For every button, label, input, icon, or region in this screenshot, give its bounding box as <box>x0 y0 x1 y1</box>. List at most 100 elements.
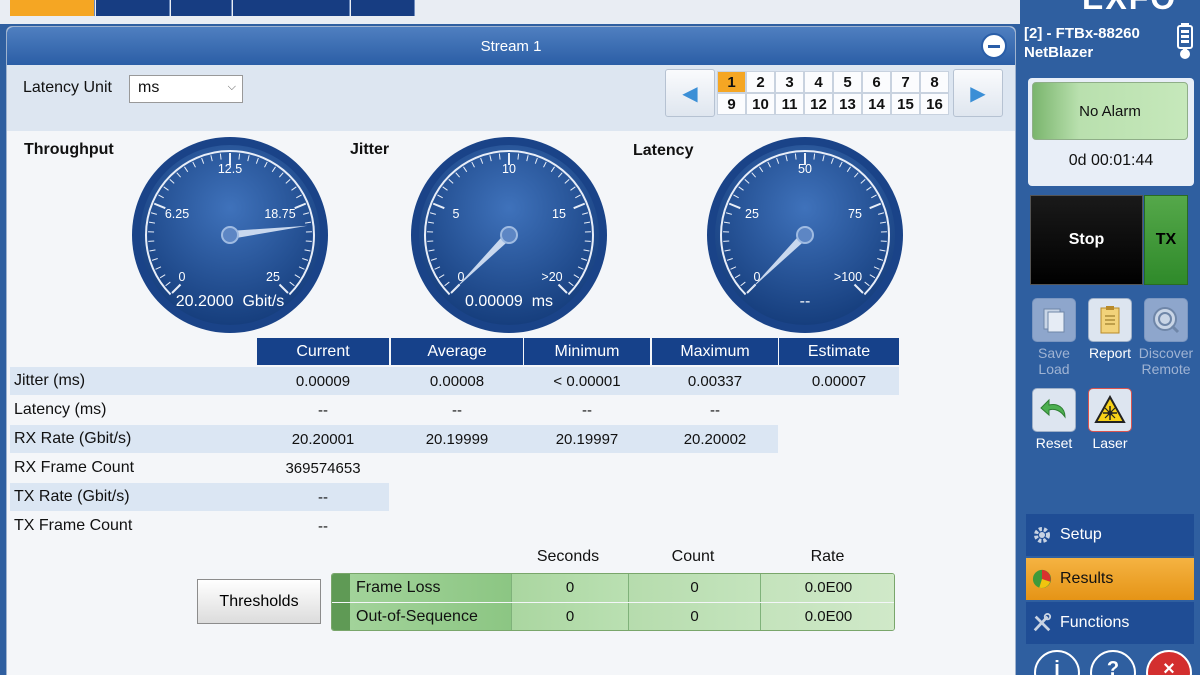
thresholds-button[interactable]: Thresholds <box>197 579 321 624</box>
stream-grid: 1 2 3 4 5 6 7 8 9 10 11 12 13 14 15 16 <box>717 71 949 115</box>
jitter-tick-label: >20 <box>541 270 563 284</box>
throughput-tick-label: 0 <box>178 270 186 284</box>
row-label: Jitter (ms) <box>14 372 86 389</box>
menu-functions[interactable]: Functions <box>1026 602 1194 644</box>
stream-button-10[interactable]: 10 <box>746 93 775 115</box>
stream-button-1[interactable]: 1 <box>717 71 746 93</box>
report-button[interactable]: Report <box>1081 298 1139 361</box>
table-cell: 20.19997 <box>555 431 619 448</box>
table-cell: -- <box>582 402 592 419</box>
stream-button-15[interactable]: 15 <box>891 93 920 115</box>
top-tab-3[interactable] <box>171 0 232 16</box>
reset-label: Reset <box>1035 435 1073 451</box>
top-tab-1[interactable] <box>10 0 95 16</box>
error-count: 0 <box>628 574 760 602</box>
error-seconds: 0 <box>511 574 628 602</box>
count-header: Count <box>671 548 715 565</box>
stream-button-11[interactable]: 11 <box>775 93 804 115</box>
tools-icon <box>1032 613 1052 633</box>
reset-icon <box>1032 388 1076 432</box>
table-cell: -- <box>318 402 328 419</box>
table-cell: < 0.00001 <box>553 373 621 390</box>
throughput-tick-label: 12.5 <box>217 162 243 176</box>
brand-logo: EXFO <box>1082 0 1177 17</box>
load-label: Load <box>1038 361 1070 377</box>
jitter-gauge: 0 5 10 15 >20 0.00009 ms <box>409 135 609 335</box>
top-tab-2[interactable] <box>96 0 170 16</box>
jitter-readout: 0.00009 ms <box>409 293 609 311</box>
stream-selector: ◀ 1 2 3 4 5 6 7 8 9 10 11 12 13 14 15 16 ▶ <box>665 69 1005 119</box>
table-cell: -- <box>452 402 462 419</box>
panel-header: Stream 1 <box>7 27 1015 65</box>
latency-unit-label: Latency Unit <box>23 79 112 96</box>
info-icon[interactable]: i <box>1034 650 1080 675</box>
rate-header: Rate <box>810 548 845 565</box>
save-load-button[interactable]: Save Load <box>1025 298 1083 377</box>
latency-tick-label: 0 <box>753 270 761 284</box>
top-tab-4[interactable] <box>233 0 350 16</box>
exit-icon[interactable]: × <box>1146 650 1192 675</box>
stream-button-4[interactable]: 4 <box>804 71 833 93</box>
reset-button[interactable]: Reset <box>1025 388 1083 451</box>
menu-results[interactable]: Results <box>1026 558 1194 600</box>
error-table: Frame Loss 0 0 0.0E00 Out-of-Sequence 0 0 0.0E0… <box>331 573 895 631</box>
stream-button-2[interactable]: 2 <box>746 71 775 93</box>
pie-chart-icon <box>1032 569 1052 589</box>
throughput-readout: 20.2000 Gbit/s <box>130 293 330 311</box>
discover-remote-button[interactable]: Discover Remote <box>1137 298 1195 377</box>
stream-button-8[interactable]: 8 <box>920 71 949 93</box>
test-timer: 0d 00:01:44 <box>1068 152 1154 169</box>
seconds-header: Seconds <box>536 548 600 565</box>
latency-unit-value: ms <box>138 79 160 96</box>
top-tab-5[interactable] <box>351 0 415 16</box>
stop-button[interactable]: Stop <box>1030 195 1143 285</box>
gear-icon <box>1032 525 1052 545</box>
arrow-left-icon[interactable]: ◀ <box>665 69 715 117</box>
menu-setup[interactable]: Setup <box>1026 514 1194 556</box>
row-label: TX Rate (Gbit/s) <box>14 488 130 505</box>
row-label: TX Frame Count <box>14 517 133 534</box>
module-line2: NetBlazer <box>1024 44 1094 61</box>
stream-button-14[interactable]: 14 <box>862 93 891 115</box>
stream-button-12[interactable]: 12 <box>804 93 833 115</box>
help-icon[interactable]: ? <box>1090 650 1136 675</box>
stream-button-3[interactable]: 3 <box>775 71 804 93</box>
column-header-current: Current <box>257 338 389 365</box>
stream-button-6[interactable]: 6 <box>862 71 891 93</box>
latency-value: -- <box>799 293 811 310</box>
table-cell: 20.19999 <box>425 431 489 448</box>
module-name: [2] - FTBx-88260 NetBlazer <box>1024 24 1140 62</box>
error-seconds: 0 <box>511 603 628 630</box>
stream-button-16[interactable]: 16 <box>920 93 949 115</box>
stream-button-5[interactable]: 5 <box>833 71 862 93</box>
table-cell: 0.00337 <box>687 373 743 390</box>
latency-readout: -- <box>705 293 905 311</box>
table-cell: 0.00007 <box>811 373 867 390</box>
save-load-icon <box>1032 298 1076 342</box>
tx-button[interactable]: TX <box>1144 195 1188 285</box>
alarm-status[interactable]: No Alarm <box>1032 82 1188 140</box>
row-label: RX Frame Count <box>14 459 135 476</box>
table-cell: 369574653 <box>285 460 361 477</box>
column-header-maximum: Maximum <box>652 338 778 365</box>
throughput-gauge: 0 6.25 12.5 18.75 25 20.2000 Gbit/s <box>130 135 330 335</box>
throughput-tick-label: 6.25 <box>164 207 190 221</box>
latency-unit-select[interactable]: ms ⌵ <box>129 75 243 103</box>
error-name: Frame Loss <box>350 574 511 602</box>
error-name: Out-of-Sequence <box>350 603 511 630</box>
panel-title: Stream 1 <box>480 37 542 55</box>
module-line1: [2] - FTBx-88260 <box>1024 25 1140 42</box>
jitter-title: Jitter <box>350 141 390 158</box>
throughput-tick-label: 18.75 <box>264 207 296 221</box>
stream-button-9[interactable]: 9 <box>717 93 746 115</box>
zoom-out-icon[interactable] <box>981 33 1007 59</box>
row-status-stripe <box>332 574 350 602</box>
stream-button-7[interactable]: 7 <box>891 71 920 93</box>
table-cell: 0.00008 <box>429 373 485 390</box>
laser-button[interactable]: Laser <box>1081 388 1139 451</box>
arrow-right-icon[interactable]: ▶ <box>953 69 1003 117</box>
alarm-panel: No Alarm 0d 00:01:44 <box>1028 78 1194 186</box>
throughput-unit: Gbit/s <box>242 293 285 310</box>
stream-button-13[interactable]: 13 <box>833 93 862 115</box>
jitter-unit: ms <box>531 293 554 310</box>
